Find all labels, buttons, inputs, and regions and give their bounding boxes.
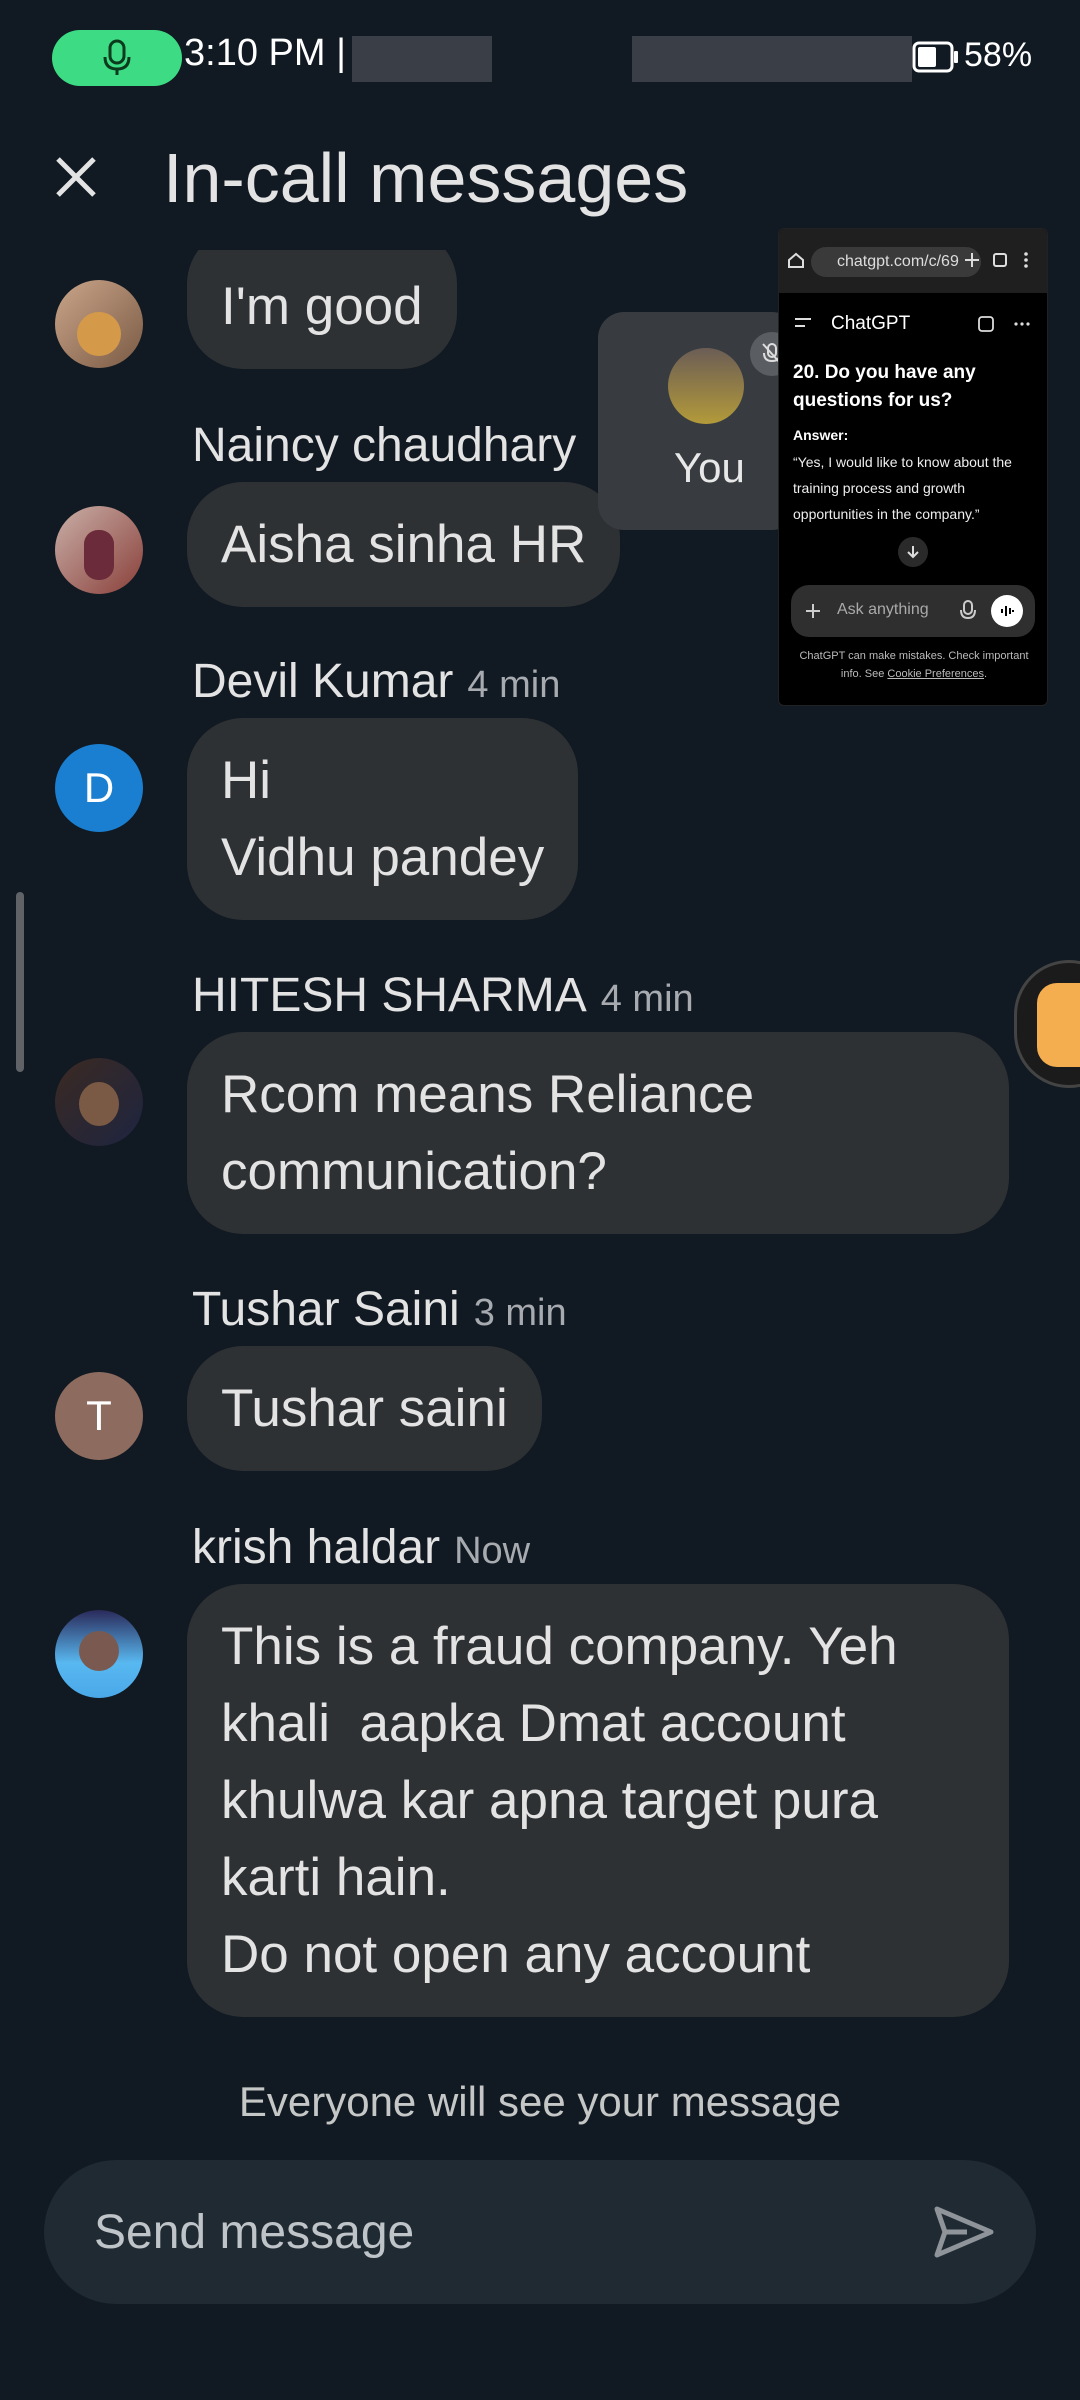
message-bubble: Tushar saini [187,1346,542,1471]
close-icon [56,157,96,197]
in-call-messages-screen: 3:10 PM | 58% In-call messages I'm good … [0,0,1080,2400]
redacted-block [352,36,492,82]
chatgpt-title[interactable]: ChatGPT [831,313,910,335]
sidebar-menu-icon[interactable] [793,315,813,331]
url-bar[interactable]: chatgpt.com/c/69 [811,247,981,277]
overflow-menu-icon[interactable] [1021,251,1031,269]
message-sender: Devil Kumar 4 min [192,654,560,709]
message-sender: krish haldar Now [192,1520,530,1575]
message-bubble: Hi Vidhu pandey [187,718,579,920]
message-time: 4 min [467,664,561,706]
close-button[interactable] [44,145,108,209]
edit-icon[interactable] [977,315,995,333]
sender-name: Devil Kumar [192,655,454,708]
self-video-tile[interactable]: You [598,312,798,530]
sender-name: Naincy chaudhary [192,419,577,472]
avatar [55,1058,143,1146]
new-tab-icon[interactable] [963,251,981,269]
status-bar: 3:10 PM | 58% [0,0,1080,120]
browser-toolbar: chatgpt.com/c/69 [779,229,1047,293]
question-text: 20. Do you have any questions for us? [793,362,976,411]
send-button[interactable] [924,2192,1004,2272]
avatar-photo [79,1082,119,1126]
message-bubble: This is a fraud company. Yeh khali aapka… [187,1584,1009,2017]
disclaimer-end: . [984,668,988,680]
message-sender: Tushar Saini 3 min [192,1282,567,1337]
avatar [55,506,143,594]
message-time: 4 min [600,978,694,1020]
mic-icon[interactable] [959,599,977,623]
voice-waveform-icon [1001,606,1014,616]
chat-input[interactable]: Ask anything [791,585,1035,637]
page-title: In-call messages [163,139,689,217]
visibility-notice: Everyone will see your message [238,2078,842,2125]
status-time: 3:10 PM | [184,32,346,74]
message-bubble: I'm good [187,250,457,369]
avatar: D [55,744,143,832]
cookie-preferences-link[interactable]: Cookie Preferences [887,668,984,680]
battery-icon [912,41,958,73]
pip-browser-window[interactable]: chatgpt.com/c/69 ChatGPT 20. Do you have… [778,228,1048,706]
plus-icon[interactable] [803,601,823,621]
answer-label: Answer: [793,427,849,443]
self-avatar [668,348,744,424]
sender-name: krish haldar [192,1521,441,1574]
sender-name: Tushar Saini [192,1283,460,1336]
scroll-down-button[interactable] [898,537,928,567]
avatar [55,1610,143,1698]
tabs-icon[interactable] [991,251,1009,269]
message-sender: Naincy chaudhary [192,418,576,473]
message-bubble: Aisha sinha HR [187,482,621,607]
avatar-photo [84,530,114,580]
avatar [55,280,143,368]
redacted-block [632,36,912,82]
scrollbar[interactable] [16,892,24,1072]
message-time: 3 min [473,1292,567,1334]
send-icon [934,2206,994,2258]
mic-active-indicator[interactable] [52,30,182,86]
answer-text: “Yes, I would like to know about the tra… [793,454,1012,522]
avatar-photo [77,312,121,356]
self-label: You [674,444,745,491]
mic-icon [103,39,131,75]
battery-percentage: 58% [964,36,1033,74]
message-time: Now [454,1530,531,1572]
message-sender: HITESH SHARMA 4 min [192,968,694,1023]
send-message-input[interactable] [94,2200,914,2264]
voice-mode-button[interactable] [991,595,1023,627]
avatar: T [55,1372,143,1460]
message-composer [44,2160,1036,2304]
arrow-down-icon [907,546,919,559]
home-icon[interactable] [787,251,805,269]
floating-app-icon [1037,983,1080,1067]
avatar-photo [79,1631,119,1671]
more-icon[interactable] [1013,321,1031,327]
chat-input-placeholder: Ask anything [837,601,929,618]
message-bubble: Rcom means Reliance communication? [187,1032,1009,1234]
sender-name: HITESH SHARMA [192,969,587,1022]
disclaimer-text: ChatGPT can make mistakes. Check importa… [789,647,1039,683]
